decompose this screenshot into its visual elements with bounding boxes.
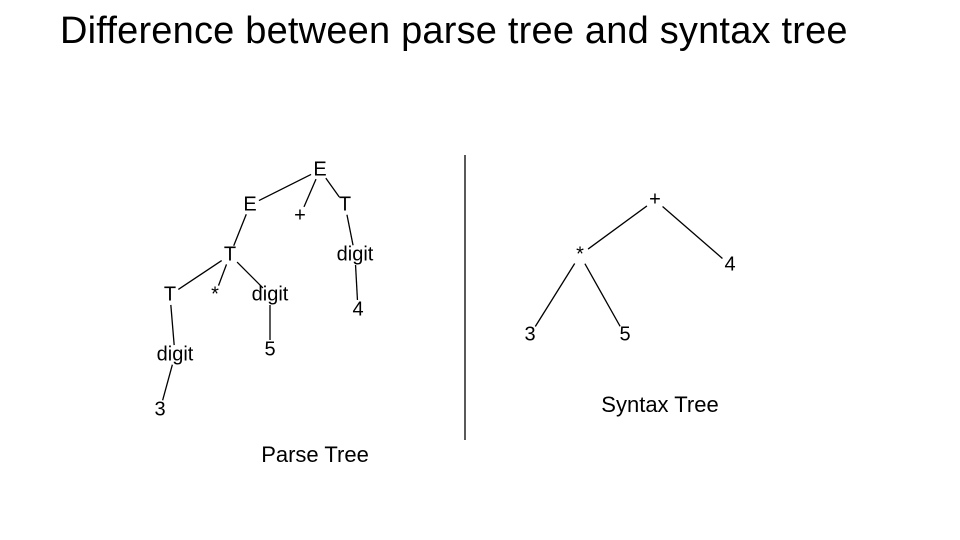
tree-diagram: Parse Tree Syntax Tree EE+TTdigitT*digit…	[130, 150, 810, 480]
parse-edge-E1-T1	[326, 178, 339, 197]
parse-edge-E1-E2	[259, 174, 311, 200]
parse-node-e2: E	[243, 194, 256, 217]
syntax-node-s3: 3	[524, 324, 535, 347]
parse-node-ast: *	[211, 284, 219, 307]
syntax-edge-SP-SM	[588, 206, 647, 249]
parse-edge-E2-T2	[234, 214, 247, 245]
parse-edge-D3-N3	[163, 365, 173, 401]
parse-node-t2: T	[224, 244, 236, 267]
parse-node-t3: T	[164, 284, 176, 307]
parse-node-t1: T	[339, 194, 351, 217]
parse-node-pl: +	[294, 205, 306, 228]
parse-edge-D1-N4	[356, 265, 358, 300]
syntax-node-sp: +	[649, 189, 661, 212]
parse-node-n3: 3	[154, 399, 165, 422]
parse-node-d2: digit	[252, 284, 289, 307]
syntax-node-s5: 5	[619, 324, 630, 347]
syntax-edge-SM-S5	[585, 264, 620, 327]
syntax-edge-SM-S3	[535, 263, 574, 326]
parse-edge-T2-AST	[219, 264, 227, 285]
parse-edge-T3-D3	[171, 305, 174, 345]
page-title: Difference between parse tree and syntax…	[60, 10, 920, 54]
parse-node-n5: 5	[264, 339, 275, 362]
parse-edge-E1-PL	[304, 179, 316, 207]
edges-svg	[130, 150, 810, 480]
parse-node-d3: digit	[157, 344, 194, 367]
syntax-tree-caption: Syntax Tree	[601, 392, 718, 418]
parse-edge-T1-D1	[347, 215, 353, 245]
syntax-node-s4: 4	[724, 254, 735, 277]
syntax-edge-SP-S4	[663, 207, 723, 259]
parse-node-e1: E	[313, 159, 326, 182]
syntax-node-sm: *	[576, 244, 584, 267]
parse-node-d1: digit	[337, 244, 374, 267]
parse-node-n4: 4	[352, 299, 363, 322]
parse-tree-caption: Parse Tree	[261, 442, 369, 468]
